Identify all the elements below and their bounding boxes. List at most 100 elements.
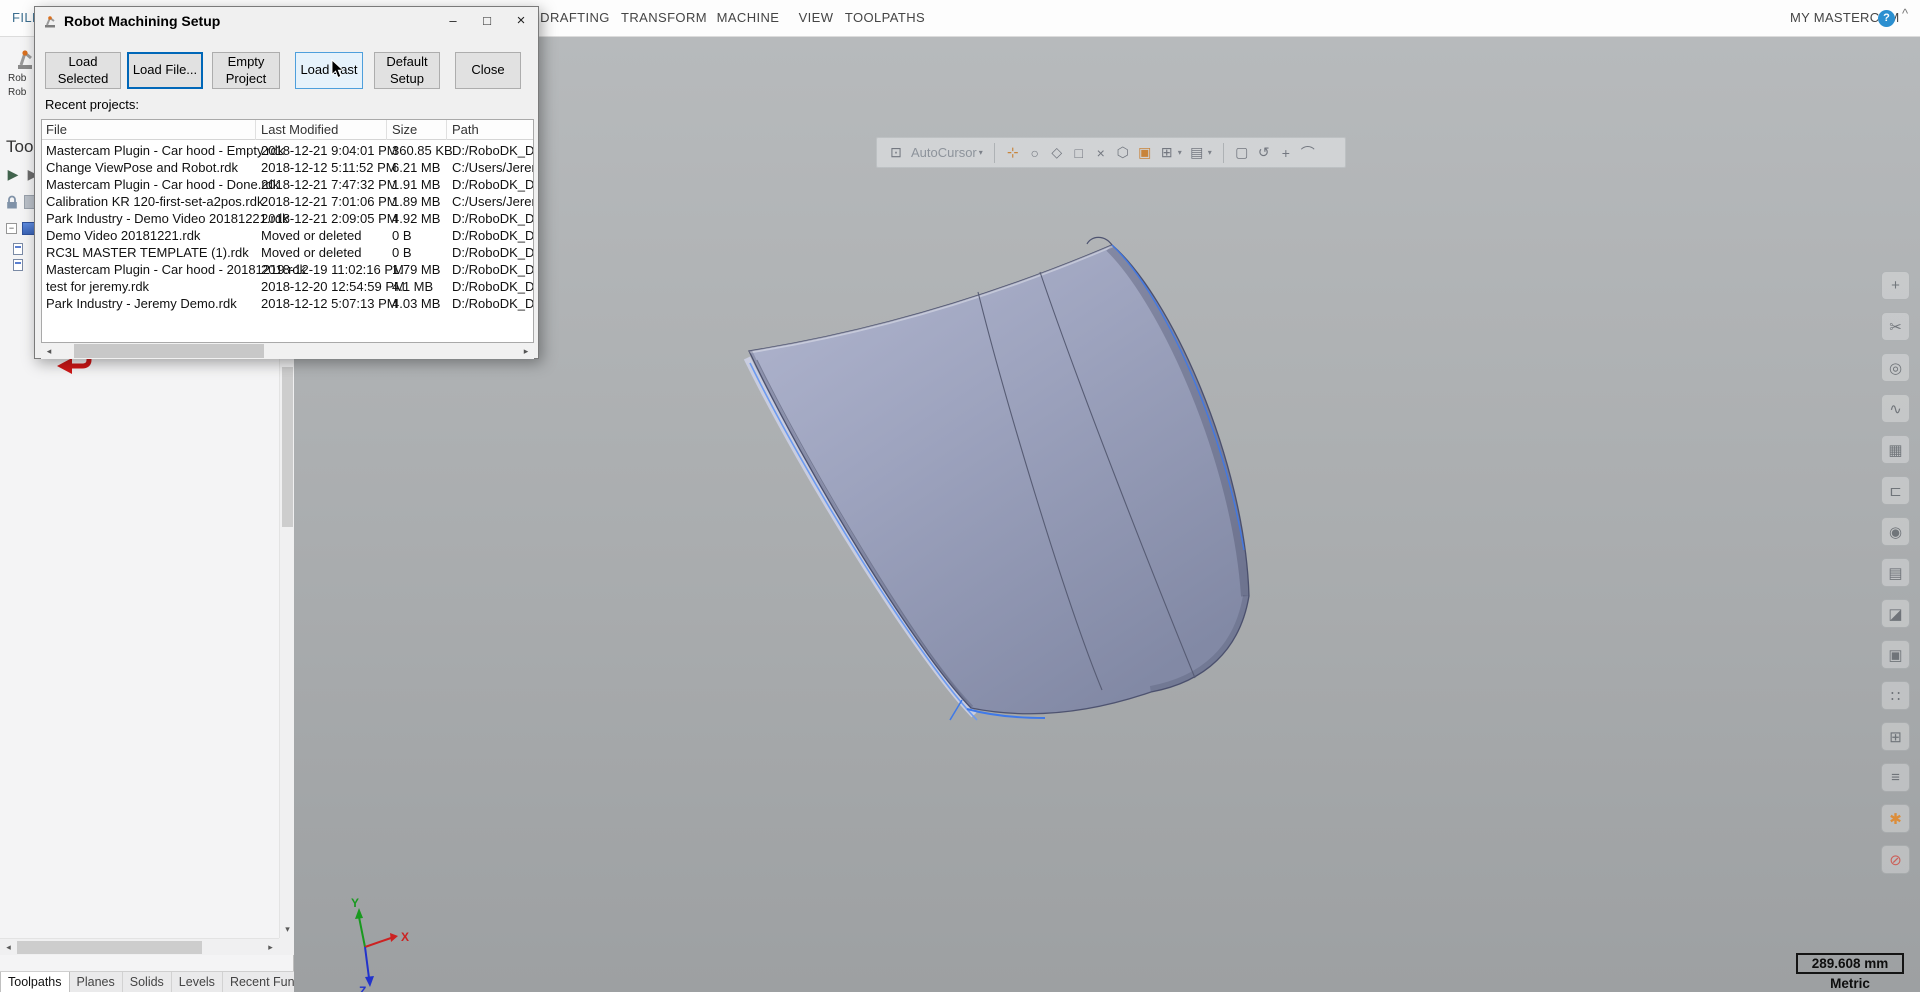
scrollbar-thumb[interactable] <box>74 344 264 358</box>
bracket-glyph: ⊏ <box>1889 482 1902 500</box>
target-icon[interactable]: ◎ <box>1881 353 1910 382</box>
table-row[interactable]: RC3L MASTER TEMPLATE (1).rdkMoved or del… <box>42 244 533 261</box>
panel-tab-levels[interactable]: Levels <box>172 972 223 992</box>
scrollbar-thumb[interactable] <box>282 367 293 527</box>
grid-snap-icon[interactable]: ⊞ <box>1156 144 1178 161</box>
panel-tab-bar: Toolpaths Planes Solids Levels Recent Fu… <box>0 971 294 992</box>
panel-tab-solids[interactable]: Solids <box>123 972 172 992</box>
table-row[interactable]: Mastercam Plugin - Car hood - Empty.rdk2… <box>42 142 533 159</box>
midpoint-icon[interactable]: □ <box>1068 145 1090 161</box>
column-separator[interactable] <box>386 120 387 140</box>
selection-box-icon[interactable]: ▢ <box>1231 144 1253 161</box>
grid-cube-icon[interactable]: ▦ <box>1881 435 1910 464</box>
tree-item-icon[interactable] <box>13 243 23 255</box>
regenerate-icon[interactable]: ▶ <box>4 165 22 183</box>
table-row[interactable]: Change ViewPose and Robot.rdk2018-12-12 … <box>42 159 533 176</box>
solid-square-icon[interactable]: ▣ <box>1881 640 1910 669</box>
scrollbar-thumb[interactable] <box>17 941 202 954</box>
dots-icon[interactable]: ∷ <box>1881 681 1910 710</box>
endpoint-icon[interactable]: ◇ <box>1046 144 1068 161</box>
dropdown-caret-icon[interactable]: ▾ <box>1208 148 1212 157</box>
list-icon[interactable]: ▤ <box>1881 558 1910 587</box>
table-row[interactable]: Park Industry - Jeremy Demo.rdk2018-12-1… <box>42 295 533 312</box>
column-path[interactable]: Path <box>452 120 479 140</box>
hood-surface[interactable] <box>749 245 1249 714</box>
autocursor-label[interactable]: AutoCursor <box>911 145 977 160</box>
size-cell: 4.1 MB <box>392 278 433 295</box>
dropdown-caret-icon[interactable]: ▾ <box>979 148 983 157</box>
scrollbar-corner <box>279 938 294 955</box>
table-header[interactable]: File Last Modified Size Path <box>42 120 533 140</box>
z-axis-label: Z <box>359 984 366 992</box>
dropdown-caret-icon[interactable]: ▾ <box>1178 148 1182 157</box>
minimize-icon[interactable]: – <box>436 7 470 35</box>
dialog-horizontal-scrollbar[interactable]: ◂ ▸ <box>41 343 534 359</box>
empty-project-button[interactable]: Empty Project <box>212 52 280 89</box>
load-selected-button[interactable]: Load Selected <box>45 52 121 89</box>
entity-snap-icon[interactable]: ⊡ <box>885 144 907 161</box>
load-file-button[interactable]: Load File... <box>127 52 203 89</box>
help-icon[interactable]: ? <box>1878 10 1895 27</box>
bracket-icon[interactable]: ⊏ <box>1881 476 1910 505</box>
spline-icon[interactable]: ∿ <box>1881 394 1910 423</box>
table-row[interactable]: test for jeremy.rdk2018-12-20 12:54:59 P… <box>42 278 533 295</box>
table-row[interactable]: Mastercam Plugin - Car hood - 20181219.r… <box>42 261 533 278</box>
tab-view[interactable]: VIEW <box>795 0 837 36</box>
undo-view-icon[interactable]: ↺ <box>1253 144 1275 161</box>
column-file[interactable]: File <box>46 120 67 140</box>
table-row[interactable]: Demo Video 20181221.rdkMoved or deleted0… <box>42 227 533 244</box>
recent-projects-table[interactable]: File Last Modified Size Path Mastercam P… <box>41 119 534 343</box>
window-grid-icon[interactable]: ⊞ <box>1881 722 1910 751</box>
origin-point-icon[interactable]: ⊹ <box>1002 144 1024 161</box>
scroll-right-icon[interactable]: ▸ <box>262 939 279 956</box>
robot-machining-setup-dialog: Robot Machining Setup – □ × Load Selecte… <box>34 6 539 359</box>
face-center-icon[interactable]: ▣ <box>1134 144 1156 161</box>
file-cell: Mastercam Plugin - Car hood - Empty.rdk <box>46 142 284 159</box>
path-cell: C:/Users/Jeremy <box>452 159 534 176</box>
default-setup-button[interactable]: Default Setup <box>374 52 440 89</box>
maximize-icon[interactable]: □ <box>470 7 504 35</box>
burst-icon[interactable]: ✱ <box>1881 804 1910 833</box>
scroll-down-icon[interactable]: ▾ <box>280 921 295 938</box>
path-cell: D:/RoboDK_D/C <box>452 278 534 295</box>
intersection-icon[interactable]: × <box>1090 145 1112 161</box>
tab-machine[interactable]: MACHINE <box>712 0 784 36</box>
scroll-left-icon[interactable]: ◂ <box>41 343 57 359</box>
lines-icon[interactable]: ≡ <box>1881 763 1910 792</box>
half-shade-icon[interactable]: ◪ <box>1881 599 1910 628</box>
polygon-snap-icon[interactable]: ⬡ <box>1112 144 1134 161</box>
column-last-modified[interactable]: Last Modified <box>261 120 338 140</box>
tab-drafting[interactable]: DRAFTING <box>536 0 614 36</box>
plus-icon[interactable]: + <box>1881 271 1910 300</box>
scroll-right-icon[interactable]: ▸ <box>518 343 534 359</box>
close-icon[interactable]: × <box>504 7 538 35</box>
panel-tab-planes[interactable]: Planes <box>70 972 123 992</box>
lock-icon[interactable] <box>4 194 20 210</box>
column-separator[interactable] <box>255 120 256 140</box>
tab-toolpaths[interactable]: TOOLPATHS <box>842 0 928 36</box>
table-row[interactable]: Park Industry - Demo Video 20181221.rdk2… <box>42 210 533 227</box>
tree-item-icon[interactable] <box>13 259 23 271</box>
scissors-icon[interactable]: ✂ <box>1881 312 1910 341</box>
load-last-button[interactable]: Load Last <box>295 52 363 89</box>
add-point-icon[interactable]: + <box>1275 145 1297 161</box>
column-separator[interactable] <box>446 120 447 140</box>
arc-tool-icon[interactable]: ⌒ <box>1297 143 1319 163</box>
tree-expand-icon[interactable]: − <box>6 223 17 234</box>
panel-horizontal-scrollbar[interactable]: ◂ ▸ <box>0 938 279 955</box>
scroll-left-icon[interactable]: ◂ <box>0 939 17 956</box>
robot-machining-icon[interactable] <box>14 45 36 71</box>
snap-settings-icon[interactable]: ▤ <box>1186 144 1208 161</box>
dialog-titlebar[interactable]: Robot Machining Setup – □ × <box>35 7 538 35</box>
panel-tab-toolpaths[interactable]: Toolpaths <box>0 972 70 992</box>
tab-transform[interactable]: TRANSFORM <box>618 0 710 36</box>
arc-center-icon[interactable]: ○ <box>1024 145 1046 161</box>
table-row[interactable]: Mastercam Plugin - Car hood - Done.rdk20… <box>42 176 533 193</box>
table-row[interactable]: Calibration KR 120-first-set-a2pos.rdk20… <box>42 193 533 210</box>
circle-dot-icon[interactable]: ◉ <box>1881 517 1910 546</box>
car-hood-model[interactable] <box>700 220 1300 740</box>
column-size[interactable]: Size <box>392 120 417 140</box>
collapse-ribbon-icon[interactable]: ^ <box>1902 6 1908 21</box>
prohibit-icon[interactable]: ⊘ <box>1881 845 1910 874</box>
close-button[interactable]: Close <box>455 52 521 89</box>
